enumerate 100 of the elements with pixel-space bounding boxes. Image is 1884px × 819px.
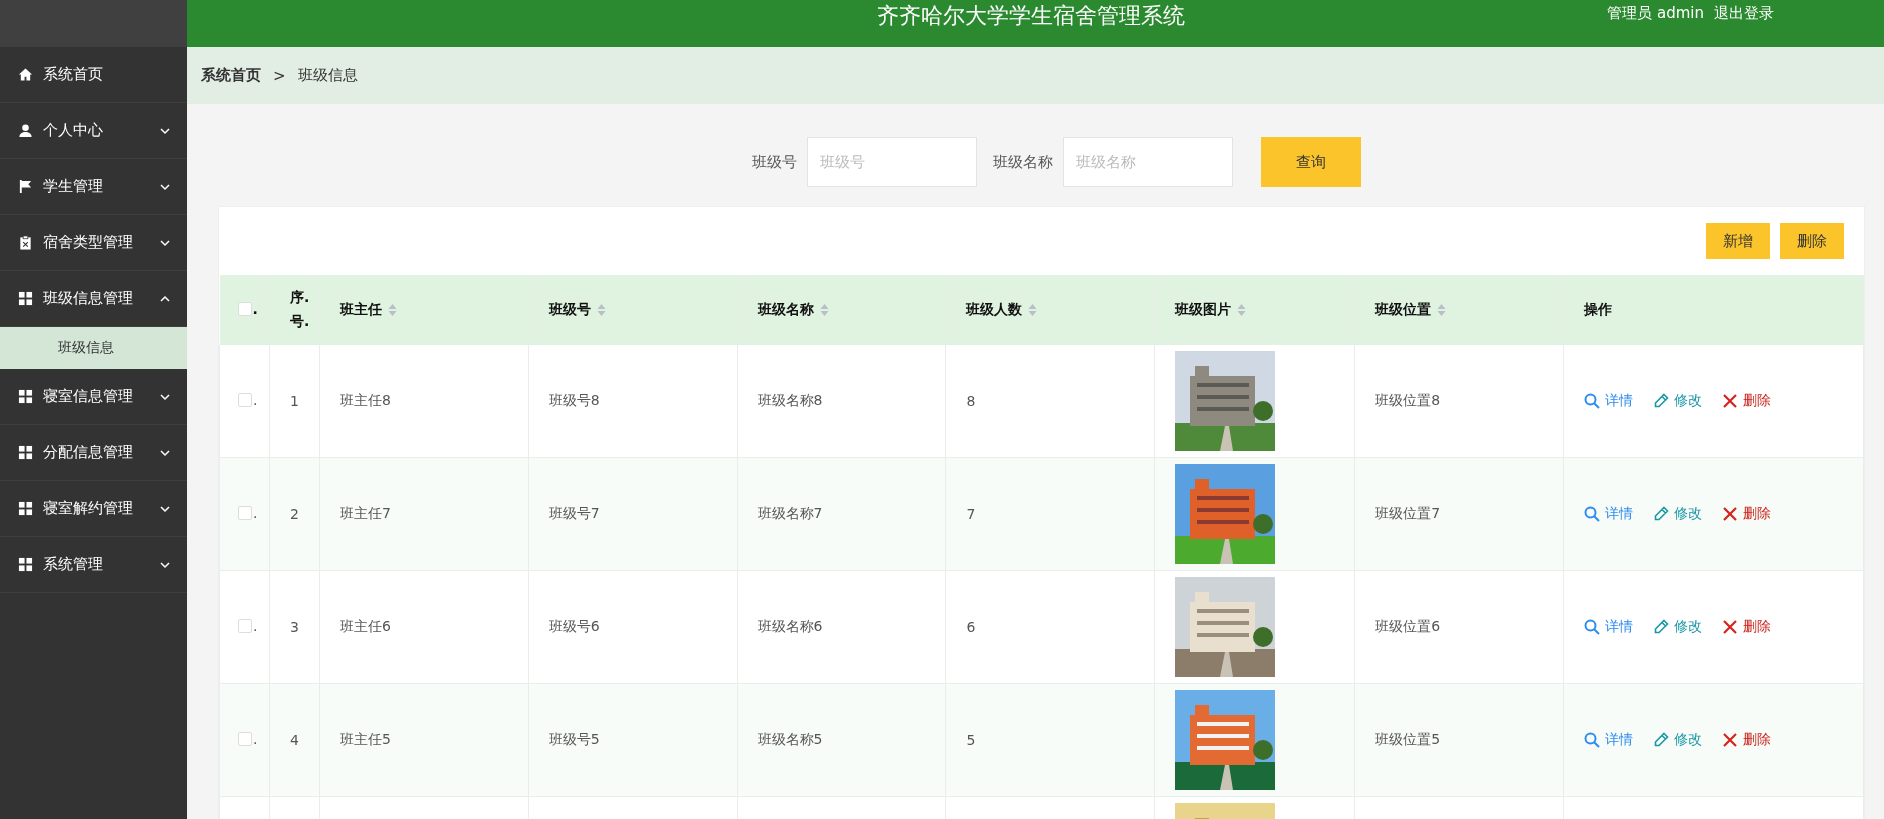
table-cell: 班级号6 <box>548 618 600 634</box>
checkbox-mark: . <box>253 505 258 521</box>
edit-link[interactable]: 修改 <box>1653 618 1702 636</box>
breadcrumb-item: 班级信息 <box>297 66 358 85</box>
breadcrumb-item: > <box>273 66 286 85</box>
sidebar-item[interactable]: 寝室信息管理 <box>0 369 187 425</box>
home-icon <box>18 67 33 82</box>
sort-icon[interactable] <box>1028 303 1038 317</box>
sidebar-item[interactable]: 个人中心 <box>0 103 187 159</box>
edit-link[interactable]: 修改 <box>1653 392 1702 410</box>
details-link[interactable]: 详情 <box>1584 505 1633 523</box>
delete-link[interactable]: 删除 <box>1722 392 1771 410</box>
clipboard-icon <box>18 235 33 250</box>
delete-link[interactable]: 删除 <box>1722 505 1771 523</box>
grid-icon <box>18 445 33 460</box>
checkbox-mark: . <box>252 301 258 317</box>
grid-icon <box>18 389 33 404</box>
sidebar-subitem[interactable]: 班级信息 <box>0 327 187 369</box>
edit-link[interactable]: 修改 <box>1653 731 1702 749</box>
column-header: 班级号 <box>548 301 591 319</box>
table-cell: 班级位置7 <box>1375 505 1441 521</box>
query-button[interactable]: 查询 <box>1261 137 1361 187</box>
search-field[interactable]: 班级名称 <box>1063 137 1233 187</box>
checkbox[interactable] <box>238 393 252 407</box>
table-cell: 班主任8 <box>340 392 391 408</box>
sort-icon[interactable] <box>1237 303 1247 317</box>
sort-icon[interactable] <box>1437 303 1447 317</box>
column-header: 班级人数 <box>966 301 1023 319</box>
delete-link[interactable]: 删除 <box>1722 618 1771 636</box>
grid-icon <box>18 501 33 516</box>
close-icon <box>1722 732 1738 748</box>
column-header: 班级图片 <box>1175 301 1232 319</box>
checkbox[interactable] <box>237 302 252 316</box>
table-cell: 班级名称5 <box>757 731 823 747</box>
checkbox[interactable] <box>238 732 252 746</box>
table-cell: 班级名称8 <box>757 392 823 408</box>
sidebar-item[interactable]: 分配信息管理 <box>0 425 187 481</box>
user-icon <box>18 123 33 138</box>
table-cell: 班主任6 <box>340 618 391 634</box>
search-icon <box>1584 393 1600 409</box>
details-link[interactable]: 详情 <box>1584 731 1633 749</box>
column-header: 序.号. <box>290 288 311 331</box>
checkbox-mark: . <box>253 618 258 634</box>
checkbox[interactable] <box>238 619 252 633</box>
user-label: 管理员 admin <box>1607 4 1704 23</box>
edit-link[interactable]: 修改 <box>1653 505 1702 523</box>
checkbox[interactable] <box>238 506 252 520</box>
sidebar-item[interactable]: 学生管理 <box>0 159 187 215</box>
table-cell: 7 <box>966 506 976 522</box>
field-label: 班级名称 <box>993 152 1053 172</box>
sidebar-item[interactable]: 寝室解约管理 <box>0 481 187 537</box>
details-link[interactable]: 详情 <box>1584 618 1633 636</box>
sidebar-item[interactable]: 宿舍类型管理 <box>0 215 187 271</box>
logout-link[interactable]: 退出登录 <box>1714 4 1774 23</box>
table-cell: 4 <box>290 732 299 748</box>
search-icon <box>1584 732 1600 748</box>
delete-button[interactable]: 删除 <box>1780 223 1844 259</box>
pencil-icon <box>1653 393 1669 409</box>
pencil-icon <box>1653 619 1669 635</box>
delete-link[interactable]: 删除 <box>1722 731 1771 749</box>
search-field[interactable]: 班级号 <box>807 137 977 187</box>
flag-icon <box>18 179 33 194</box>
table-cell: 班级名称7 <box>757 505 823 521</box>
column-header: 班主任 <box>340 301 382 319</box>
column-header: 操作 <box>1584 301 1612 319</box>
table-cell: 班级位置6 <box>1375 618 1441 634</box>
details-link[interactable]: 详情 <box>1584 392 1633 410</box>
search-icon <box>1584 506 1600 522</box>
search-icon <box>1584 619 1600 635</box>
add-button[interactable]: 新增 <box>1706 223 1770 259</box>
breadcrumb-item[interactable]: 系统首页 <box>201 66 261 85</box>
sidebar-item[interactable]: 系统管理 <box>0 537 187 593</box>
table-cell: 3 <box>290 619 299 635</box>
checkbox-mark: . <box>253 731 258 747</box>
app-title: 齐齐哈尔大学学生宿舍管理系统 <box>877 1 1185 30</box>
table-cell: 班级号7 <box>548 505 600 521</box>
checkbox-mark: . <box>253 392 258 408</box>
sort-icon[interactable] <box>819 303 829 317</box>
grid-icon <box>18 291 33 306</box>
table-cell: 班主任5 <box>340 731 391 747</box>
table-cell: 5 <box>966 732 976 748</box>
column-header: 班级名称 <box>757 301 814 319</box>
column-header: 班级位置 <box>1375 301 1432 319</box>
close-icon <box>1722 393 1738 409</box>
grid-icon <box>18 557 33 572</box>
table-cell: 班主任7 <box>340 505 391 521</box>
field-label: 班级号 <box>752 152 797 172</box>
close-icon <box>1722 619 1738 635</box>
table-cell: 班级名称6 <box>757 618 823 634</box>
table-cell: 班级号5 <box>548 731 600 747</box>
table-cell: 6 <box>966 619 976 635</box>
table-cell: 1 <box>290 393 299 409</box>
pencil-icon <box>1653 732 1669 748</box>
close-icon <box>1722 506 1738 522</box>
table-cell: 2 <box>290 506 299 522</box>
pencil-icon <box>1653 506 1669 522</box>
table-cell: 班级位置8 <box>1375 392 1441 408</box>
sort-icon[interactable] <box>596 303 606 317</box>
sort-icon[interactable] <box>388 303 397 317</box>
table-cell: 班级位置5 <box>1375 731 1441 747</box>
